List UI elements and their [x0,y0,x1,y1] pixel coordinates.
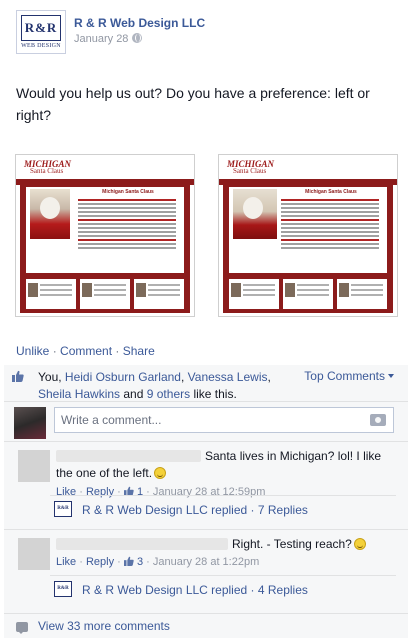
likes-suffix: like this. [190,387,237,401]
liker-link[interactable]: Vanessa Lewis [188,370,268,384]
view-more-row[interactable]: View 33 more comments [4,613,408,638]
logo-subtitle: WEB DESIGN [21,43,61,49]
post-date[interactable]: January 28 [74,33,143,45]
reply-summary-link[interactable]: R & R Web Design LLC replied · 4 Replies [82,583,308,597]
footer-column [80,275,130,309]
site-text-lines [281,199,379,251]
feedback-panel: You, Heidi Osburn Garland, Vanessa Lewis… [4,365,408,638]
comment-item: Santa lives in Michigan? lol! I like the… [4,441,408,498]
comment-link[interactable]: Comment [60,344,112,358]
likes-summary: You, Heidi Osburn Garland, Vanessa Lewis… [38,370,271,401]
post-actions: Unlike · Comment · Share [16,344,155,358]
post-text: Would you help us out? Do you have a pre… [16,85,370,123]
comment-timestamp[interactable]: January 28 at 1:22pm [153,556,259,568]
footer-column [337,275,387,309]
reply-page-logo: R&R [54,581,72,597]
comments-icon [16,622,28,634]
liker-link[interactable]: Sheila Hawkins [38,387,120,401]
camera-icon[interactable] [370,414,386,426]
top-comments-label: Top Comments [304,369,385,383]
caret-down-icon [388,374,394,378]
reply-summary-row[interactable]: R&R R & R Web Design LLC replied · 7 Rep… [50,495,396,523]
view-more-comments-link[interactable]: View 33 more comments [38,619,170,633]
comment-like-count[interactable]: 3 [137,556,143,568]
comment-text: Right. - Testing reach? [232,537,352,551]
commenter-name-redacted[interactable] [56,450,201,462]
likes-prefix: You, [38,370,65,384]
others-link[interactable]: 9 others [147,387,190,401]
site-logo-subtitle: Santa Claus [30,167,64,175]
screenshot-right[interactable]: MICHIGAN Santa Claus Michigan Santa Clau… [218,154,398,317]
unlike-link[interactable]: Unlike [16,344,49,358]
likes-row: You, Heidi Osburn Garland, Vanessa Lewis… [4,365,408,401]
comment-meta: Like · Reply · 3 · January 28 at 1:22pm [56,556,260,568]
logo-mark: R&R [21,15,61,41]
footer-column [283,275,333,309]
site-heading: Michigan Santa Claus [102,189,154,195]
site-text-lines [78,199,176,251]
page-name-link[interactable]: R & R Web Design LLC [74,16,205,30]
site-footer-columns [26,275,184,309]
comment-like-link[interactable]: Like [56,556,76,568]
reply-page-logo: R&R [54,501,72,517]
footer-column [26,275,76,309]
thumbs-up-icon [12,370,24,382]
comment-body: Santa lives in Michigan? lol! I like the… [56,448,396,482]
likes-and: and [120,387,147,401]
santa-photo [30,189,70,239]
commenter-avatar[interactable] [18,538,50,570]
thumbs-up-icon [123,556,134,566]
smiley-emoticon-icon [154,467,167,479]
reply-summary-row[interactable]: R&R R & R Web Design LLC replied · 4 Rep… [50,575,396,603]
separator: · [49,344,61,358]
globe-icon [132,33,143,43]
liker-link[interactable]: Heidi Osburn Garland [65,370,181,384]
comment-composer [4,401,408,441]
site-logo-subtitle: Santa Claus [233,167,267,175]
reply-summary-link[interactable]: R & R Web Design LLC replied · 7 Replies [82,503,308,517]
commenter-avatar[interactable] [18,450,50,482]
footer-column [134,275,184,309]
comment-input[interactable] [54,407,394,433]
footer-column [229,275,279,309]
comment-body: Right. - Testing reach? [56,536,396,553]
site-footer-columns [229,275,387,309]
commenter-name-redacted[interactable] [56,538,228,550]
separator: · [112,344,123,358]
post-header: R&R WEB DESIGN R & R Web Design LLC Janu… [16,10,396,54]
top-comments-dropdown[interactable]: Top Comments [304,369,394,383]
site-heading: Michigan Santa Claus [305,189,357,195]
page-logo[interactable]: R&R WEB DESIGN [16,10,66,54]
screenshot-left[interactable]: MICHIGAN Santa Claus Michigan Santa Clau… [15,154,195,317]
smiley-emoticon-icon [353,538,366,550]
post-date-text[interactable]: January 28 [74,33,128,45]
comment-reply-link[interactable]: Reply [86,556,114,568]
santa-photo [233,189,277,239]
avatar [14,407,46,439]
share-link[interactable]: Share [123,344,155,358]
